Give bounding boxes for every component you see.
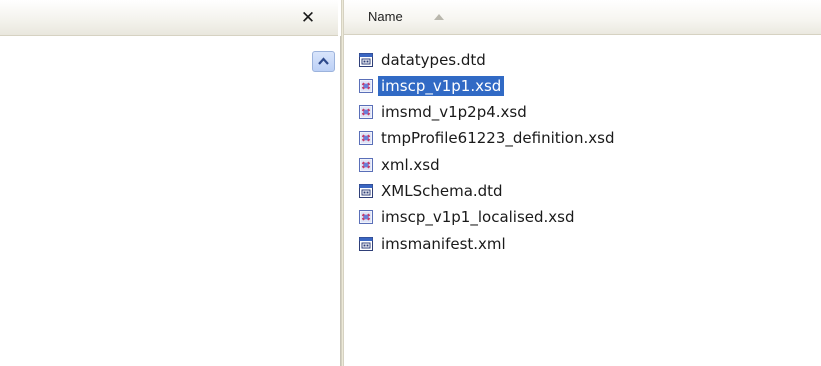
column-header-bar: Name: [344, 0, 821, 35]
file-list-pane: Name datatypes.dtd imscp_v1p1.xsd imsmd_…: [344, 0, 821, 366]
dtd-file-icon: [359, 236, 373, 251]
close-pane-button[interactable]: ✕: [298, 8, 318, 28]
file-item[interactable]: imsmd_v1p2p4.xsd: [358, 101, 617, 124]
file-name: imscp_v1p1.xsd: [378, 75, 505, 96]
file-name: datatypes.dtd: [381, 50, 486, 69]
xsd-file-icon: [359, 210, 373, 225]
xsd-file-icon: [359, 105, 373, 120]
xsd-file-icon: [359, 131, 373, 146]
file-name: imscp_v1p1_localised.xsd: [381, 208, 575, 227]
dtd-file-icon: [359, 183, 373, 198]
file-item[interactable]: xml.xsd: [358, 153, 617, 176]
name-column-label: Name: [368, 9, 403, 24]
file-name: imsmanifest.xml: [381, 234, 506, 253]
file-name: tmpProfile61223_definition.xsd: [381, 129, 615, 148]
folder-tree-pane: ✕: [0, 0, 341, 366]
file-list: datatypes.dtd imscp_v1p1.xsd imsmd_v1p2p…: [358, 48, 617, 258]
xsd-file-icon: [359, 78, 373, 93]
file-item[interactable]: imsmanifest.xml: [358, 232, 617, 255]
file-item[interactable]: datatypes.dtd: [358, 48, 617, 71]
vertical-scrollbar[interactable]: [308, 36, 341, 366]
xsd-file-icon: [359, 157, 373, 172]
close-icon: ✕: [300, 8, 316, 28]
file-name: XMLSchema.dtd: [381, 181, 503, 200]
file-item[interactable]: imscp_v1p1_localised.xsd: [358, 206, 617, 229]
dtd-file-icon: [359, 52, 373, 67]
pane-header: ✕: [0, 0, 338, 36]
name-column-header[interactable]: Name: [368, 0, 403, 34]
file-item[interactable]: tmpProfile61223_definition.xsd: [358, 127, 617, 150]
sort-ascending-icon: [434, 14, 444, 20]
scroll-up-button[interactable]: [312, 51, 335, 72]
file-name: imsmd_v1p2p4.xsd: [381, 103, 527, 122]
file-item[interactable]: XMLSchema.dtd: [358, 179, 617, 202]
chevron-up-icon: [318, 57, 329, 65]
file-item[interactable]: imscp_v1p1.xsd: [358, 74, 617, 97]
file-name: xml.xsd: [381, 155, 440, 174]
